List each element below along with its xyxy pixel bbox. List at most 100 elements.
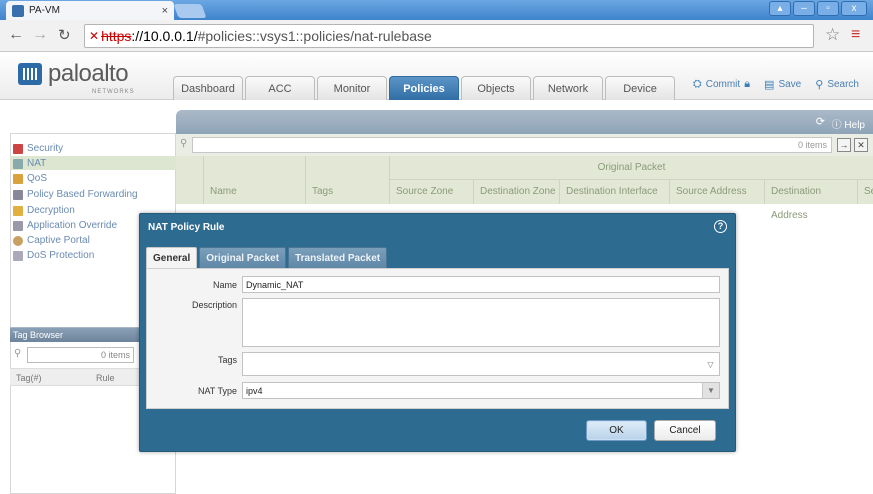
sidebar-item-pbf[interactable]: Policy Based Forwarding <box>13 189 138 200</box>
column-rule[interactable]: Rule <box>96 373 115 383</box>
save-icon: ▤ <box>764 79 775 91</box>
dialog-tabs: General Original Packet Translated Packe… <box>146 247 388 269</box>
search-icon: ⚲ <box>14 348 22 359</box>
main-tabs: Dashboard ACC Monitor Policies Objects N… <box>173 76 675 100</box>
url-path: #policies::vsys1::policies/nat-rulebase <box>197 28 432 44</box>
sidebar-item-captive-portal[interactable]: Captive Portal <box>13 235 90 246</box>
dialog-body: Name Dynamic_NAT Description Tags ▽ NAT … <box>146 268 729 409</box>
search-button[interactable]: ⚲ Search <box>815 78 859 91</box>
tab-general[interactable]: General <box>146 247 198 269</box>
new-tab-button[interactable] <box>173 4 207 18</box>
sidebar-item-decryption[interactable]: Decryption <box>13 205 75 216</box>
panel-search-row: ⚲ 0 items → ✕ <box>176 134 873 156</box>
sidebar-item-app-override[interactable]: Application Override <box>13 220 117 231</box>
sidebar-item-label: QoS <box>27 173 48 184</box>
maximize-button[interactable]: ▫ <box>817 1 839 16</box>
tags-label: Tags <box>217 355 237 365</box>
tag-search-input[interactable]: 0 items <box>27 347 134 363</box>
column-destination-zone[interactable]: Destination Zone <box>473 180 559 204</box>
grid-divider <box>305 156 306 180</box>
column-service[interactable]: Se <box>857 180 873 204</box>
logo-sub: NETWORKS <box>92 89 135 95</box>
name-value: Dynamic_NAT <box>246 279 304 290</box>
column-destination-interface[interactable]: Destination Interface <box>559 180 669 204</box>
sidebar-item-label: Captive Portal <box>27 235 90 246</box>
window-close-button[interactable]: x <box>841 1 867 16</box>
paloalto-logo: paloalto NETWORKS <box>18 60 134 95</box>
window-menu-button[interactable]: ▴ <box>769 1 791 16</box>
tab-policies[interactable]: Policies <box>389 76 459 100</box>
column-destination-address[interactable]: Destination Address <box>764 180 857 221</box>
header-tools: ⛭ Commit 🔒︎ ▤ Save ⚲ Search <box>693 78 859 91</box>
url-host: ://10.0.0.1/ <box>131 28 198 44</box>
name-label: Name <box>212 280 237 290</box>
forward-arrow-icon[interactable]: → <box>32 26 48 44</box>
app-header: paloalto NETWORKS Dashboard ACC Monitor … <box>0 52 873 100</box>
sidebar-item-qos[interactable]: QoS <box>13 173 47 184</box>
dialog-title: NAT Policy Rule <box>148 222 225 233</box>
window-controls: ▴ – ▫ x <box>769 1 867 16</box>
save-button[interactable]: ▤ Save <box>764 78 801 91</box>
lock-icon: 🔒︎ <box>744 78 751 90</box>
panel-toolbar: ⟳ ⓘ Help <box>176 110 873 134</box>
bookmark-star-icon[interactable]: ☆ <box>825 25 840 45</box>
tab-acc[interactable]: ACC <box>245 76 315 100</box>
tab-device[interactable]: Device <box>605 76 675 100</box>
description-label: Description <box>191 300 237 310</box>
search-label: Search <box>827 79 859 90</box>
nat-type-label: NAT Type <box>197 386 237 396</box>
browser-menu-icon[interactable]: ≡ <box>851 26 860 44</box>
tags-field[interactable]: ▽ <box>242 352 720 376</box>
nat-type-select[interactable]: ipv4 ▼ <box>242 382 720 399</box>
cancel-button[interactable]: Cancel <box>654 420 716 441</box>
column-tag[interactable]: Tag(#) <box>16 373 42 383</box>
commit-button[interactable]: ⛭ Commit 🔒︎ <box>693 78 750 91</box>
column-source-address[interactable]: Source Address <box>669 180 764 204</box>
sidebar-item-label: Policy Based Forwarding <box>27 189 138 200</box>
tab-translated-packet[interactable]: Translated Packet <box>288 247 388 268</box>
tab-original-packet[interactable]: Original Packet <box>199 247 287 268</box>
address-bar[interactable]: ✕ https ://10.0.0.1/ #policies::vsys1::p… <box>84 24 814 48</box>
browser-tab[interactable]: PA-VM × <box>6 1 174 20</box>
nat-policy-rule-dialog: NAT Policy Rule ? General Original Packe… <box>139 213 736 452</box>
column-name[interactable]: Name <box>203 180 305 204</box>
nat-icon <box>13 158 23 169</box>
rule-search-input[interactable]: 0 items <box>192 137 832 153</box>
app-override-icon <box>13 220 23 231</box>
url-scheme: https <box>101 28 132 44</box>
sidebar-item-nat[interactable]: NAT <box>13 158 46 169</box>
browser-tabstrip: PA-VM × ▴ – ▫ x <box>0 0 873 20</box>
qos-icon <box>13 173 23 184</box>
decryption-icon <box>13 205 23 216</box>
search-icon: ⚲ <box>180 138 188 149</box>
tab-monitor[interactable]: Monitor <box>317 76 387 100</box>
tab-close-icon[interactable]: × <box>162 5 168 17</box>
back-arrow-icon[interactable]: ← <box>8 26 24 44</box>
apply-filter-icon[interactable]: → <box>837 138 851 152</box>
refresh-icon[interactable]: ⟳ <box>816 115 825 128</box>
logo-mark-icon <box>18 63 42 85</box>
help-label: Help <box>844 120 865 131</box>
tag-browser-columns: Tag(#) Rule <box>10 368 140 386</box>
tab-network[interactable]: Network <box>533 76 603 100</box>
minimize-button[interactable]: – <box>793 1 815 16</box>
sidebar-item-security[interactable]: Security <box>13 143 63 154</box>
browser-tab-title: PA-VM <box>29 5 60 16</box>
chevron-down-icon[interactable]: ▼ <box>702 383 719 398</box>
insecure-lock-icon: ✕ <box>89 29 100 43</box>
name-field[interactable]: Dynamic_NAT <box>242 276 720 293</box>
help-button[interactable]: ⓘ Help <box>832 116 865 131</box>
chevron-down-icon[interactable]: ▽ <box>702 353 719 375</box>
reload-icon[interactable]: ↻ <box>58 26 71 44</box>
ok-button[interactable]: OK <box>586 420 647 441</box>
browser-toolbar: ← → ↻ ✕ https ://10.0.0.1/ #policies::vs… <box>0 20 873 52</box>
column-source-zone[interactable]: Source Zone <box>389 180 473 204</box>
security-icon <box>13 143 23 154</box>
sidebar-item-dos[interactable]: DoS Protection <box>13 250 94 261</box>
description-field[interactable] <box>242 298 720 347</box>
clear-filter-icon[interactable]: ✕ <box>854 138 868 152</box>
tab-dashboard[interactable]: Dashboard <box>173 76 243 100</box>
column-tags[interactable]: Tags <box>305 180 389 204</box>
dialog-help-icon[interactable]: ? <box>714 220 727 233</box>
tab-objects[interactable]: Objects <box>461 76 531 100</box>
